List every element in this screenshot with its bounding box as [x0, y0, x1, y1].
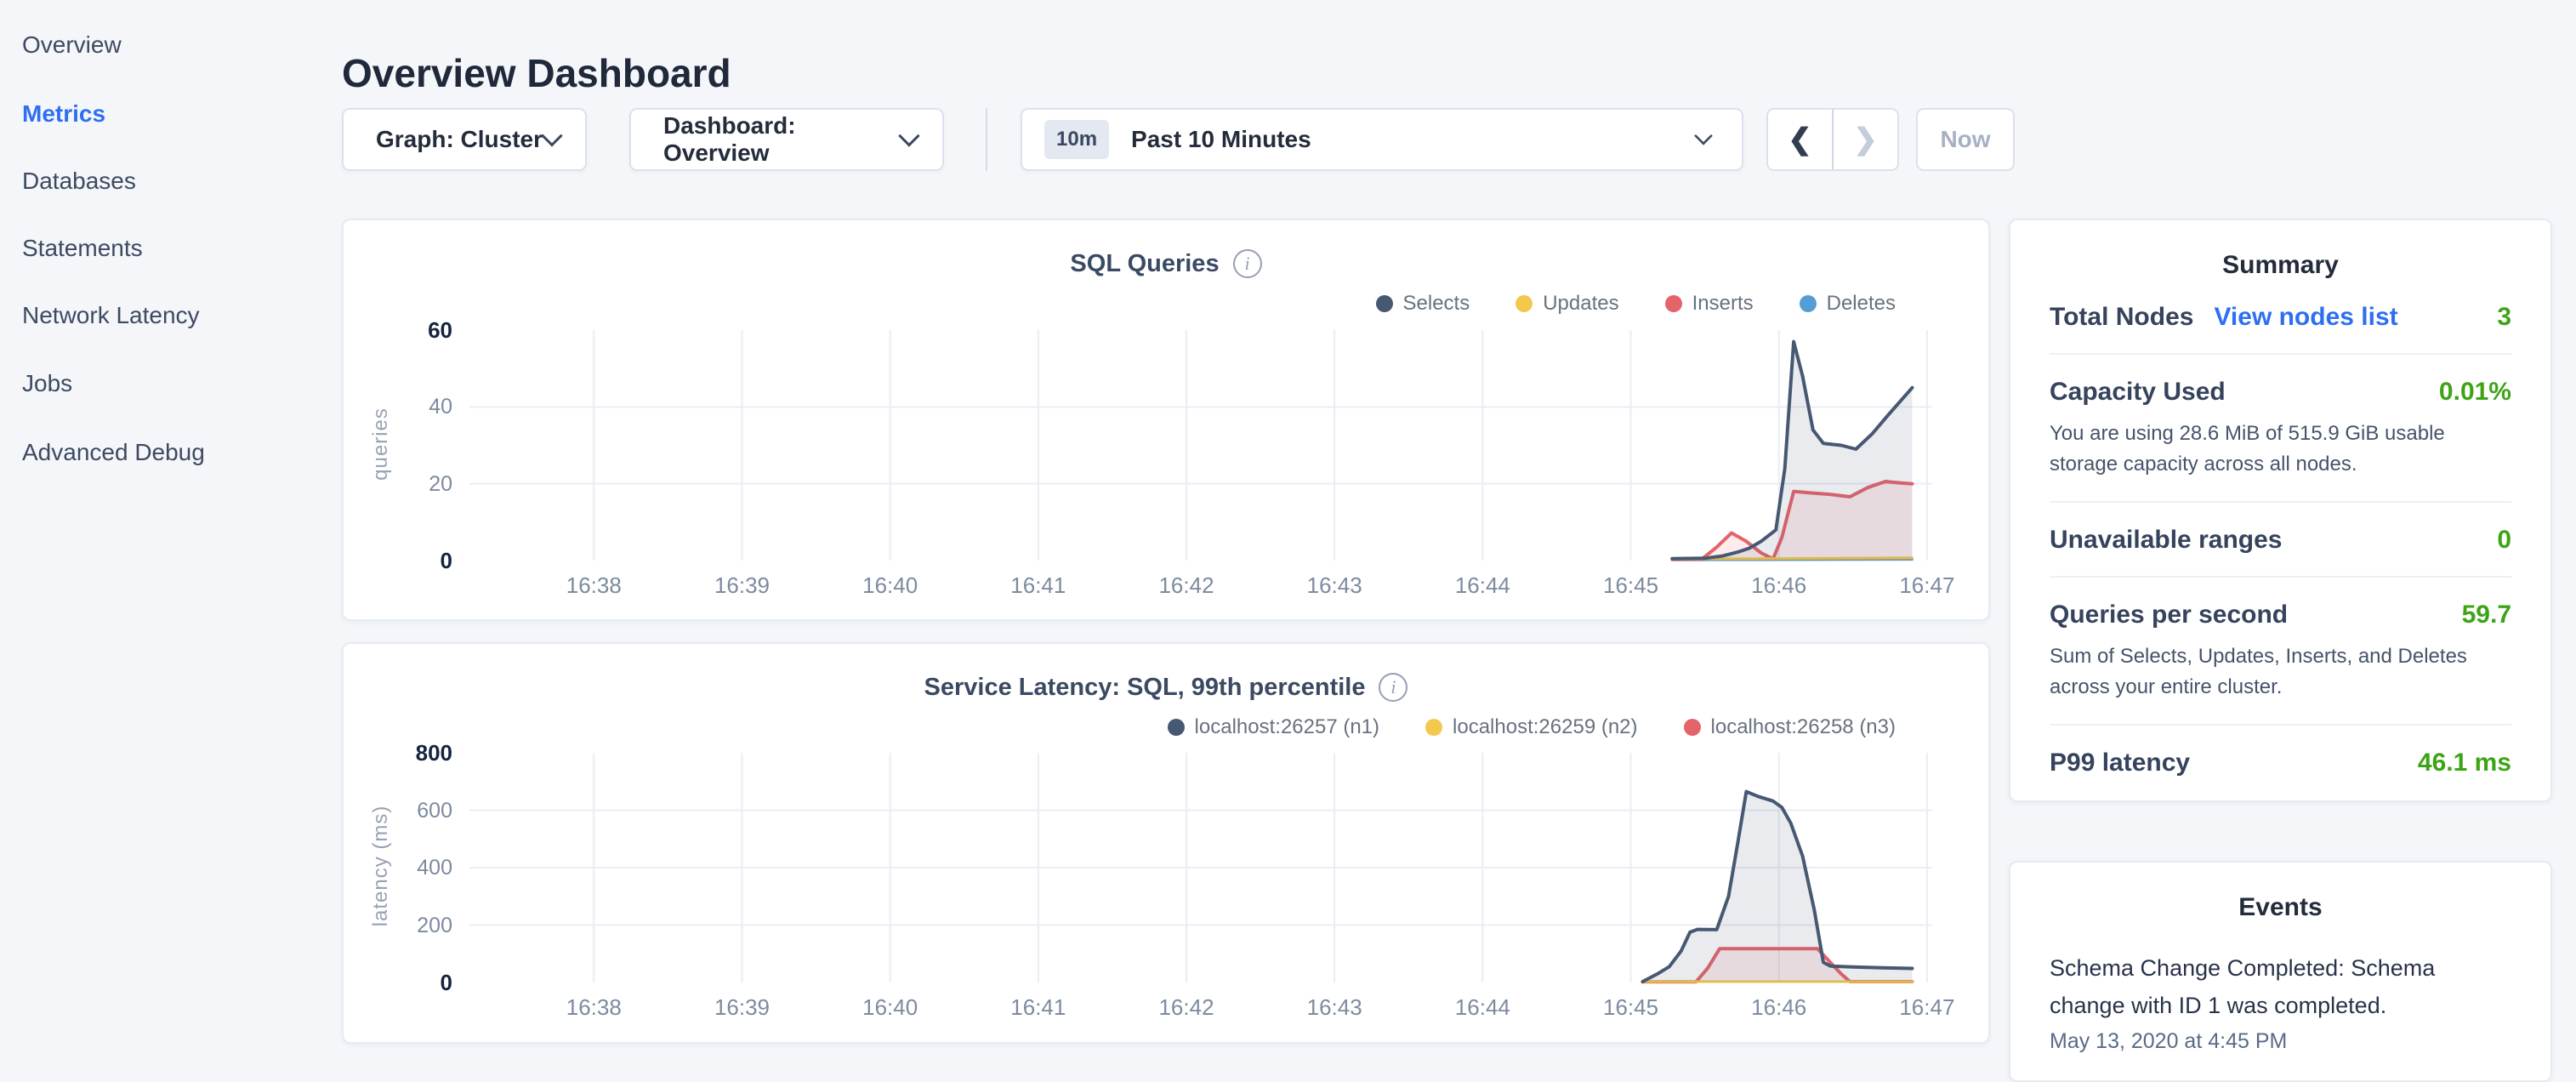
stat-row-unavailable-ranges: Unavailable ranges 0 — [2050, 503, 2511, 578]
y-axis-label: queries — [369, 342, 393, 546]
sidebar-item-statements[interactable]: Statements — [22, 232, 143, 265]
x-axis-tick: 16:39 — [682, 572, 801, 599]
stat-value: 0.01% — [2439, 378, 2511, 407]
chart-plot-area[interactable] — [344, 220, 1988, 619]
stat-value: 46.1 ms — [2418, 749, 2511, 777]
sql-queries-chart-card: SQL Queries i SelectsUpdatesInsertsDelet… — [342, 219, 1990, 621]
stat-value: 59.7 — [2462, 601, 2511, 629]
x-axis-tick: 16:38 — [534, 994, 653, 1021]
event-item-text: Schema Change Completed: Schema change w… — [2050, 949, 2458, 1024]
x-axis-tick: 16:45 — [1572, 572, 1691, 599]
stat-label: Unavailable ranges — [2050, 526, 2282, 555]
stat-description: You are using 28.6 MiB of 515.9 GiB usab… — [2050, 419, 2511, 480]
time-step-buttons: ❮ ❯ — [1766, 108, 1899, 171]
y-axis-tick: 800 — [367, 739, 452, 766]
stat-label: Capacity Used — [2050, 378, 2226, 407]
x-axis-tick: 16:46 — [1720, 572, 1839, 599]
x-axis-tick: 16:41 — [979, 572, 1098, 599]
stat-label: Total Nodes — [2050, 303, 2193, 332]
stat-row-total-nodes: Total Nodes View nodes list 3 — [2050, 280, 2511, 355]
x-axis-tick: 16:42 — [1127, 994, 1246, 1021]
time-step-back-button[interactable]: ❮ — [1768, 110, 1834, 169]
x-axis-tick: 16:46 — [1720, 994, 1839, 1021]
x-axis-tick: 16:43 — [1275, 994, 1394, 1021]
time-range-label: Past 10 Minutes — [1131, 126, 1311, 153]
summary-panel: Summary Total Nodes View nodes list 3 Ca… — [2009, 219, 2552, 802]
sidebar-item-overview[interactable]: Overview — [22, 29, 122, 61]
events-panel: Events Schema Change Completed: Schema c… — [2009, 861, 2552, 1082]
stat-row-p99-latency: P99 latency 46.1 ms — [2050, 726, 2511, 799]
graph-scope-dropdown-label: Graph: Cluster — [376, 126, 543, 153]
x-axis-tick: 16:47 — [1868, 994, 1987, 1021]
event-item-timestamp: May 13, 2020 at 4:45 PM — [2050, 1029, 2511, 1054]
chart-plot-area[interactable] — [344, 644, 1988, 1042]
x-axis-tick: 16:38 — [534, 572, 653, 599]
stat-label: P99 latency — [2050, 749, 2190, 777]
overview-dashboard-page: { "sidebar": { "items": [ {"label": "Ove… — [0, 0, 2576, 1051]
x-axis-tick: 16:45 — [1572, 994, 1691, 1021]
x-axis-tick: 16:42 — [1127, 572, 1246, 599]
chevron-down-icon — [541, 125, 562, 146]
chevron-down-icon — [1694, 127, 1713, 145]
sidebar-item-advanced-debug[interactable]: Advanced Debug — [22, 436, 205, 469]
series-area-localhost:26257 (n1) — [1643, 792, 1913, 982]
time-range-selector[interactable]: 10m Past 10 Minutes — [1021, 108, 1743, 171]
sidebar-item-databases[interactable]: Databases — [22, 165, 136, 197]
y-axis-tick: 60 — [367, 316, 452, 344]
x-axis-tick: 16:40 — [831, 994, 950, 1021]
x-axis-tick: 16:39 — [682, 994, 801, 1021]
stat-description: Sum of Selects, Updates, Inserts, and De… — [2050, 641, 2511, 703]
x-axis-tick: 16:47 — [1868, 572, 1987, 599]
page-title: Overview Dashboard — [342, 50, 731, 96]
x-axis-tick: 16:40 — [831, 572, 950, 599]
graph-scope-dropdown[interactable]: Graph: Cluster — [342, 108, 587, 171]
dashboard-dropdown[interactable]: Dashboard: Overview — [629, 108, 944, 171]
x-axis-tick: 16:44 — [1423, 994, 1542, 1021]
y-axis-tick: 0 — [367, 547, 452, 574]
sidebar-item-jobs[interactable]: Jobs — [22, 367, 72, 400]
events-title: Events — [2050, 893, 2511, 922]
sidebar-item-metrics[interactable]: Metrics — [22, 98, 105, 130]
x-axis-tick: 16:44 — [1423, 572, 1542, 599]
stat-row-queries-per-second: Queries per second 59.7 Sum of Selects, … — [2050, 578, 2511, 726]
service-latency-chart-card: Service Latency: SQL, 99th percentile i … — [342, 642, 1990, 1044]
x-axis-tick: 16:41 — [979, 994, 1098, 1021]
now-button[interactable]: Now — [1916, 108, 2015, 171]
stat-row-capacity-used: Capacity Used 0.01% You are using 28.6 M… — [2050, 355, 2511, 503]
dashboard-dropdown-label: Dashboard: Overview — [663, 112, 901, 167]
x-axis-tick: 16:43 — [1275, 572, 1394, 599]
toolbar-divider — [986, 108, 987, 171]
summary-title: Summary — [2050, 251, 2511, 280]
y-axis-label: latency (ms) — [369, 764, 393, 968]
time-step-forward-button[interactable]: ❯ — [1834, 110, 1897, 169]
stat-label: Queries per second — [2050, 601, 2288, 629]
stat-value: 3 — [2497, 303, 2511, 332]
view-nodes-list-link[interactable]: View nodes list — [2214, 303, 2397, 332]
y-axis-tick: 0 — [367, 969, 452, 996]
stat-value: 0 — [2497, 526, 2511, 555]
sidebar-item-network-latency[interactable]: Network Latency — [22, 299, 200, 332]
time-range-badge: 10m — [1044, 120, 1109, 159]
